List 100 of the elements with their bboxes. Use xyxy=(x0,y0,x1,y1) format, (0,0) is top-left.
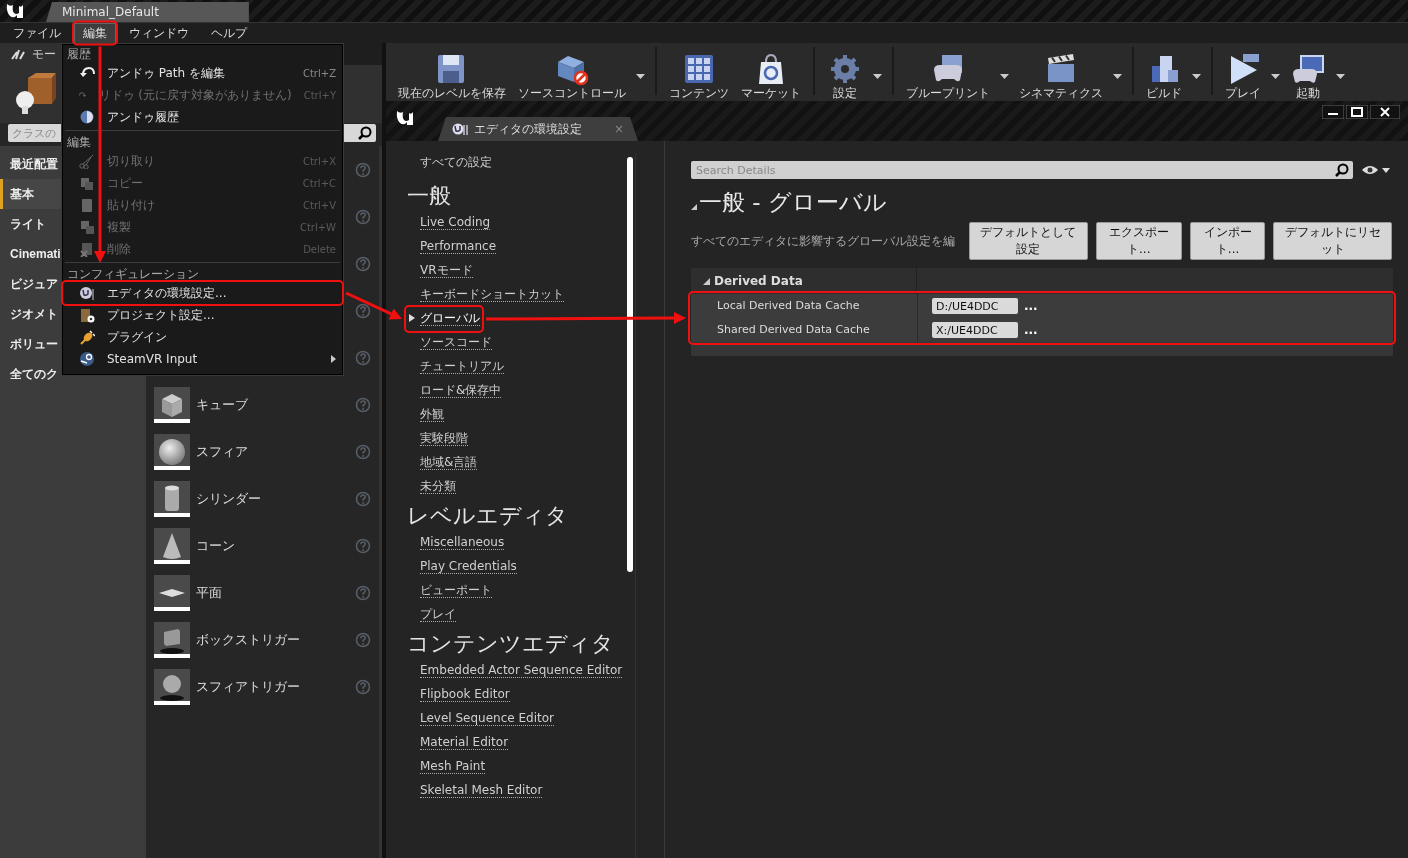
menu-icon xyxy=(79,241,95,257)
close-icon xyxy=(1370,105,1400,119)
settings-link[interactable]: Performance xyxy=(408,237,497,257)
editor-preferences-tab[interactable]: エディタの環境設定 × xyxy=(438,117,638,141)
menu-icon xyxy=(79,175,95,191)
settings-link[interactable]: 未分類 xyxy=(408,477,456,497)
settings-link[interactable]: 地域&言語 xyxy=(408,453,478,473)
menu-icon xyxy=(79,219,95,235)
path-field[interactable]: X:/UE4DDC xyxy=(932,322,1018,338)
toolbar-button[interactable]: マーケット xyxy=(735,52,807,101)
help-icon xyxy=(355,443,371,460)
help-icon xyxy=(355,584,371,601)
menu-icon xyxy=(79,285,95,301)
triangle-icon xyxy=(409,314,415,322)
help-icon xyxy=(355,255,371,272)
project-tab[interactable]: Minimal_Default xyxy=(46,2,249,22)
settings-link[interactable]: チュートリアル xyxy=(408,357,504,377)
toolbar-button[interactable]: 起動 xyxy=(1284,52,1332,101)
settings-link[interactable]: キーボードショートカット xyxy=(408,285,564,305)
item-label: ボックストリガー xyxy=(196,630,301,649)
settings-tab-icon xyxy=(452,122,468,136)
settings-link[interactable]: 外観 xyxy=(408,405,444,425)
shape-thumbnail-icon xyxy=(154,668,190,705)
menu-item[interactable]: アンドゥ履歴 xyxy=(63,106,342,128)
action-button[interactable]: デフォルトとして設定 xyxy=(969,222,1088,260)
menu-item[interactable]: SteamVR Input xyxy=(63,348,342,370)
shape-thumbnail-icon xyxy=(154,480,190,517)
toolbar-button[interactable]: 現在のレベルを保存 xyxy=(392,52,512,101)
collapse-icon xyxy=(691,203,697,210)
help-icon xyxy=(355,161,371,178)
settings-link[interactable]: ロード&保存中 xyxy=(408,381,502,401)
shape-thumbnail-icon xyxy=(154,527,190,564)
toolbar-button[interactable]: コンテンツ xyxy=(663,52,735,101)
item-label: スフィアトリガー xyxy=(196,677,301,696)
toolbar-button[interactable]: ビルド xyxy=(1140,52,1188,101)
maximize-icon xyxy=(1346,105,1368,119)
menu-item[interactable]: プラグイン xyxy=(63,326,342,348)
help-icon xyxy=(355,208,371,225)
settings-link[interactable]: Embedded Actor Sequence Editor xyxy=(408,661,623,681)
toolbar-button[interactable]: シネマティクス xyxy=(1013,52,1109,101)
settings-link[interactable]: Material Editor xyxy=(408,733,509,753)
toolbar-button[interactable]: 設定 xyxy=(821,52,869,101)
menu-item[interactable]: プロジェクト設定... xyxy=(63,304,342,326)
category-title: Derived Data xyxy=(714,274,803,288)
caret-icon xyxy=(1382,167,1390,173)
toolbar-button[interactable]: プレイ xyxy=(1219,52,1267,101)
settings-link[interactable]: Level Sequence Editor xyxy=(408,709,554,729)
settings-link[interactable]: ビューポート xyxy=(408,581,492,601)
help-icon xyxy=(355,537,371,554)
help-icon xyxy=(355,490,371,507)
settings-link[interactable]: 実験段階 xyxy=(408,429,468,449)
settings-link[interactable]: ソースコード xyxy=(408,333,492,353)
section-heading: レベルエディタ xyxy=(407,502,569,530)
settings-link[interactable]: Skeletal Mesh Editor xyxy=(408,781,543,801)
settings-link[interactable]: Mesh Paint xyxy=(408,757,486,777)
search-icon xyxy=(1335,163,1349,177)
page-heading: 一般 - グローバル xyxy=(699,188,887,217)
help-icon xyxy=(355,678,371,695)
settings-link[interactable]: Miscellaneous xyxy=(408,533,505,553)
browse-button[interactable]: ... xyxy=(1024,323,1038,337)
toolbar-button[interactable]: ソースコントロール xyxy=(512,52,632,101)
menu-item[interactable]: ファイル xyxy=(4,22,70,44)
action-button[interactable]: エクスポート... xyxy=(1095,222,1182,260)
path-field[interactable]: D:/UE4DDC xyxy=(932,298,1018,314)
menu-item[interactable]: ヘルプ xyxy=(202,22,256,44)
menu-item[interactable]: ウィンドウ xyxy=(120,22,198,44)
menu-section-heading: 履歴 xyxy=(66,46,92,62)
menu-icon xyxy=(79,109,95,125)
settings-link[interactable]: VRモード xyxy=(408,261,473,281)
toolbar-button[interactable]: ブループリント xyxy=(900,52,996,101)
menu-item[interactable]: 編集 xyxy=(74,22,116,44)
action-button[interactable]: デフォルトにリセット xyxy=(1273,222,1392,260)
description-text: すべてのエディタに影響するグローバル設定を編 xyxy=(691,232,955,250)
toolbar-icon xyxy=(1290,52,1326,86)
settings-link[interactable]: グローバル xyxy=(408,309,480,329)
item-label: スフィア xyxy=(196,442,249,461)
highlight-box xyxy=(72,20,118,46)
settings-link[interactable]: Live Coding xyxy=(408,213,491,233)
shape-thumbnail-icon xyxy=(154,386,190,423)
menu-icon xyxy=(79,197,95,213)
minimize-icon xyxy=(1322,105,1344,119)
item-label: コーン xyxy=(196,536,236,555)
settings-link[interactable]: Play Credentials xyxy=(408,557,517,577)
menu-section-heading: 編集 xyxy=(66,134,92,150)
browse-button[interactable]: ... xyxy=(1024,299,1038,313)
item-label: キューブ xyxy=(196,395,249,414)
settings-link[interactable]: すべての設定 xyxy=(408,153,492,173)
search-field[interactable]: Search Details xyxy=(691,161,1353,179)
action-button[interactable]: インポート... xyxy=(1189,222,1266,260)
settings-link[interactable]: プレイ xyxy=(408,605,456,625)
shape-thumbnail-icon xyxy=(154,433,190,470)
help-icon xyxy=(355,396,371,413)
scrollbar-thumb[interactable] xyxy=(627,157,633,572)
logo-icon xyxy=(4,2,26,20)
property-label: Shared Derived Data Cache xyxy=(691,318,918,342)
menu-item[interactable]: エディタの環境設定... xyxy=(63,282,342,304)
settings-link[interactable]: Flipbook Editor xyxy=(408,685,510,705)
shape-thumbnail-icon xyxy=(154,574,190,611)
help-icon xyxy=(355,631,371,648)
menu-item[interactable]: アンドゥ Path を編集 Ctrl+Z xyxy=(63,62,342,84)
